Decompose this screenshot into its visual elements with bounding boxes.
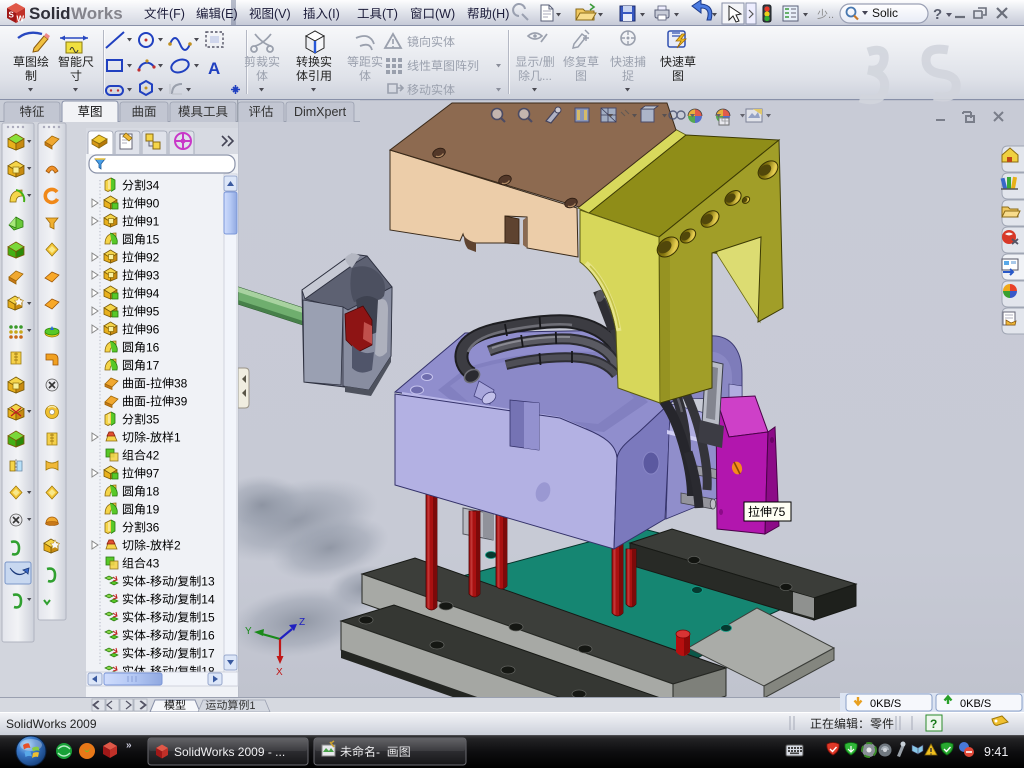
- svg-text:16: 16: [201, 629, 215, 643]
- svg-text:36: 36: [146, 521, 160, 535]
- svg-text:Solic: Solic: [872, 6, 898, 20]
- svg-text:91: 91: [146, 215, 160, 229]
- svg-text:96: 96: [146, 323, 160, 337]
- svg-text:90: 90: [146, 197, 160, 211]
- svg-text:-: -: [146, 575, 150, 589]
- svg-text:2: 2: [174, 539, 181, 553]
- svg-text:43: 43: [146, 557, 160, 571]
- svg-text:34: 34: [146, 179, 160, 193]
- svg-text:-: -: [146, 611, 150, 625]
- svg-text:0KB/S: 0KB/S: [960, 698, 991, 710]
- svg-text:-: -: [146, 377, 150, 391]
- svg-text:39: 39: [174, 395, 188, 409]
- svg-text:?: ?: [930, 717, 937, 731]
- svg-text:95: 95: [146, 305, 160, 319]
- svg-text:-: -: [146, 395, 150, 409]
- svg-text:?: ?: [933, 6, 942, 23]
- svg-text:SolidWorks 2009 - ...: SolidWorks 2009 - ...: [174, 745, 285, 759]
- svg-text:18: 18: [146, 485, 160, 499]
- svg-text:14: 14: [201, 593, 215, 607]
- svg-text:35: 35: [146, 413, 160, 427]
- svg-text:(V): (V): [274, 7, 291, 21]
- svg-text:15: 15: [146, 233, 160, 247]
- svg-text:1: 1: [174, 431, 181, 445]
- svg-text:16: 16: [146, 341, 160, 355]
- svg-text:(H): (H): [492, 7, 509, 21]
- svg-text:(T): (T): [382, 7, 398, 21]
- svg-text:17: 17: [201, 647, 215, 661]
- svg-text:17: 17: [146, 359, 160, 373]
- svg-text:15: 15: [201, 611, 215, 625]
- svg-text:(F): (F): [169, 7, 185, 21]
- svg-text:(I): (I): [328, 7, 340, 21]
- svg-text:...: ...: [542, 69, 552, 83]
- svg-text:»: »: [126, 740, 132, 751]
- svg-text:9:41: 9:41: [984, 745, 1008, 759]
- svg-text:Z: Z: [299, 617, 305, 628]
- svg-text:X: X: [276, 667, 283, 678]
- svg-text:92: 92: [146, 251, 160, 265]
- svg-text:97: 97: [146, 467, 160, 481]
- svg-text:13: 13: [201, 575, 215, 589]
- svg-text:19: 19: [146, 503, 160, 517]
- svg-text:93: 93: [146, 269, 160, 283]
- svg-text:少..: 少..: [817, 8, 834, 21]
- svg-text:0KB/S: 0KB/S: [870, 698, 901, 710]
- svg-text:38: 38: [174, 377, 188, 391]
- svg-text:W: W: [17, 15, 25, 24]
- svg-text:-: -: [146, 629, 150, 643]
- svg-text:94: 94: [146, 287, 160, 301]
- svg-text:-: -: [376, 745, 380, 759]
- svg-text:-: -: [146, 593, 150, 607]
- svg-text:Solid: Solid: [29, 4, 71, 23]
- svg-text:-: -: [146, 431, 150, 445]
- svg-text:1: 1: [249, 700, 255, 712]
- svg-text:(E): (E): [221, 7, 238, 21]
- svg-text:75: 75: [772, 505, 786, 519]
- svg-text:A: A: [208, 59, 220, 78]
- svg-text:42: 42: [146, 449, 160, 463]
- svg-text:(W): (W): [435, 7, 455, 21]
- svg-text:SolidWorks 2009: SolidWorks 2009: [6, 717, 97, 731]
- svg-text:Y: Y: [245, 626, 252, 637]
- svg-text:Works: Works: [71, 4, 123, 23]
- svg-text:DimXpert: DimXpert: [294, 105, 347, 119]
- svg-text:-: -: [146, 539, 150, 553]
- svg-text:-: -: [146, 647, 150, 661]
- svg-text:S: S: [9, 11, 15, 20]
